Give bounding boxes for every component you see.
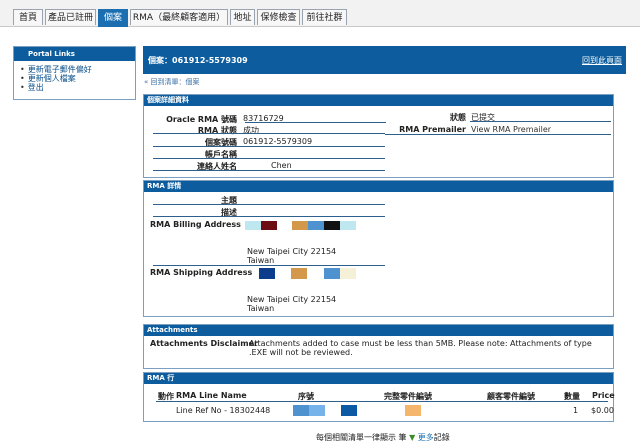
case-number-value: 061912-5579309 bbox=[243, 137, 313, 146]
attachments-heading: Attachments bbox=[144, 325, 613, 336]
divider bbox=[245, 122, 386, 123]
divider bbox=[385, 134, 611, 135]
divider bbox=[153, 216, 385, 217]
redacted-block bbox=[308, 221, 324, 230]
redacted-block bbox=[405, 405, 421, 416]
shipping-country: Taiwan bbox=[247, 304, 275, 313]
case-details-heading: 個案詳細資料 bbox=[144, 95, 613, 106]
rma-status-label: RMA 狀態 bbox=[197, 126, 237, 135]
divider bbox=[153, 265, 385, 266]
billing-address-label: RMA Billing Address bbox=[150, 220, 241, 229]
portal-links-panel: Portal Links 更新電子郵件偏好 更新個人檔案 登出 bbox=[13, 46, 136, 100]
divider bbox=[153, 158, 385, 159]
portal-links-title: Portal Links bbox=[14, 47, 135, 61]
redacted-block bbox=[261, 221, 277, 230]
link-logout[interactable]: 登出 bbox=[20, 83, 135, 92]
col-line-name: RMA Line Name bbox=[176, 391, 247, 400]
redacted-block bbox=[324, 221, 340, 230]
footer-suffix: 記錄 bbox=[433, 433, 450, 442]
line-name[interactable]: Line Ref No - 18302448 bbox=[176, 406, 270, 415]
rma-details-heading: RMA 詳情 bbox=[144, 181, 613, 192]
redacted-block bbox=[324, 268, 340, 279]
shipping-city: New Taipei City 22154 bbox=[247, 295, 337, 304]
tab-rma[interactable]: RMA（最終顧客適用） bbox=[130, 9, 228, 25]
contact-value: Chen bbox=[271, 161, 292, 170]
tab-cases[interactable]: 個案 bbox=[98, 9, 128, 27]
rma-premailer-link[interactable]: View RMA Premailer bbox=[471, 125, 551, 134]
case-title: 個案：061912-5579309 bbox=[148, 56, 248, 65]
col-price: Price bbox=[592, 391, 615, 400]
link-update-profile[interactable]: 更新個人檔案 bbox=[20, 74, 135, 83]
tab-warranty-check[interactable]: 保修檢查 bbox=[257, 9, 300, 25]
tab-registered-products[interactable]: 產品已註冊 bbox=[45, 9, 96, 25]
divider bbox=[153, 204, 385, 205]
divider bbox=[153, 133, 385, 134]
divider bbox=[153, 146, 385, 147]
tab-address[interactable]: 地址 bbox=[230, 9, 255, 25]
shipping-address-label: RMA Shipping Address bbox=[150, 268, 253, 277]
attachments-disclaimer-text: Attachments added to case must be less t… bbox=[249, 339, 592, 357]
back-to-page-link[interactable]: 回到此頁面 bbox=[582, 55, 622, 66]
line-qty: 1 bbox=[573, 406, 579, 415]
redacted-block bbox=[309, 405, 325, 416]
status-label: 狀態 bbox=[450, 113, 466, 122]
billing-city: New Taipei City 22154 bbox=[247, 247, 337, 256]
redacted-block bbox=[291, 268, 307, 279]
divider bbox=[156, 401, 608, 402]
case-header: 個案：061912-5579309 回到此頁面 bbox=[143, 46, 626, 74]
divider bbox=[153, 170, 385, 171]
redacted-block bbox=[341, 405, 357, 416]
redacted-block bbox=[340, 221, 356, 230]
redacted-block bbox=[292, 221, 308, 230]
divider bbox=[470, 121, 611, 122]
tab-home[interactable]: 首頁 bbox=[13, 9, 43, 25]
tab-community[interactable]: 前往社群 bbox=[302, 9, 347, 25]
top-tab-bar: 首頁 產品已註冊 個案 RMA（最終顧客適用） 地址 保修檢查 前往社群 bbox=[0, 0, 640, 27]
footer-text: 每個相關清單一律顯示 筆 bbox=[316, 433, 407, 442]
link-update-email-prefs[interactable]: 更新電子郵件偏好 bbox=[20, 65, 135, 74]
line-price: $0.00 bbox=[591, 406, 614, 415]
redacted-block bbox=[340, 268, 356, 279]
back-to-list-link[interactable]: « 回到清單：個案 bbox=[144, 77, 200, 87]
more-link[interactable]: 更多 bbox=[418, 433, 434, 442]
oracle-rma-label: Oracle RMA 號碼 bbox=[166, 115, 237, 124]
redacted-block bbox=[245, 221, 261, 230]
rma-premailer-label: RMA Premailer bbox=[399, 125, 466, 134]
rma-lines-heading: RMA 行 bbox=[144, 373, 613, 384]
attachments-disclaimer-label: Attachments Disclaimer bbox=[150, 339, 258, 348]
redacted-block bbox=[259, 268, 275, 279]
list-footer: 每個相關清單一律顯示 筆 ▼ 更多記錄 bbox=[316, 432, 450, 443]
triangle-down-icon: ▼ bbox=[409, 433, 416, 442]
redacted-block bbox=[293, 405, 309, 416]
billing-country: Taiwan bbox=[247, 256, 275, 265]
rma-status-value: 成功 bbox=[243, 126, 259, 135]
